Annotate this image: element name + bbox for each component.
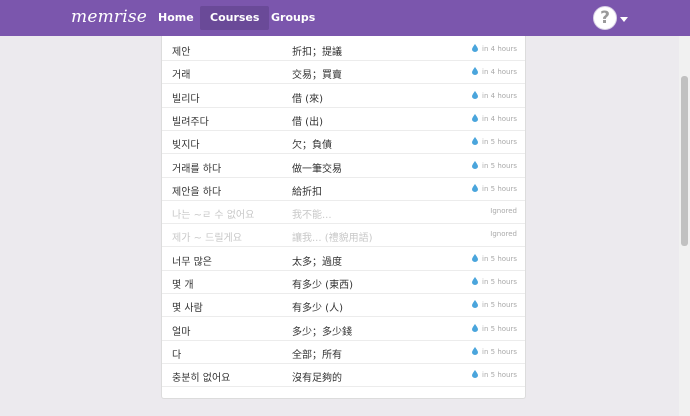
review-status: Ignored (490, 207, 517, 215)
word-row[interactable]: 거래 交易；買賣 in 4 hours (162, 61, 525, 85)
korean-word: 다 (172, 349, 182, 361)
review-status-text: in 4 hours (482, 114, 517, 123)
korean-word: 빌려주다 (172, 116, 209, 128)
chinese-definition: 交易；買賣 (292, 70, 342, 82)
top-navigation-bar: memrise Home Courses Groups ? (0, 0, 690, 36)
word-row[interactable]: 빌리다 借 (來) in 4 hours (162, 85, 525, 108)
korean-word: 빚지다 (172, 140, 200, 152)
review-status-text: in 5 hours (482, 254, 517, 263)
review-status: in 5 hours (472, 300, 517, 309)
word-row[interactable]: 제안을 하다 給折扣 in 5 hours (162, 178, 525, 201)
word-row[interactable]: 너무 많은 太多；過度 in 5 hours (162, 248, 525, 271)
korean-word: 너무 많은 (172, 256, 212, 268)
chevron-down-icon[interactable] (620, 17, 628, 22)
korean-word: 거래 (172, 70, 191, 82)
review-status: in 5 hours (472, 137, 517, 146)
chinese-definition: 有多少 (東西) (292, 280, 353, 291)
chinese-definition: 欠；負債 (292, 140, 332, 152)
review-status: in 5 hours (472, 160, 517, 170)
water-drop-icon (472, 277, 479, 285)
water-drop-icon (472, 67, 479, 76)
water-drop-icon (472, 113, 479, 122)
chinese-definition: 全部；所有 (292, 349, 342, 361)
water-drop-icon (472, 90, 479, 99)
review-status-text: in 4 hours (482, 68, 517, 77)
review-status-text: Ignored (490, 207, 517, 216)
review-status: in 5 hours (472, 346, 517, 356)
review-status-text: in 5 hours (482, 371, 517, 380)
review-status-text: in 5 hours (482, 301, 517, 310)
word-list-panel: 제안 折扣；提議 in 4 hours 거래 交易；買賣 in 4 hours 빌리다 借 (… (161, 36, 526, 399)
review-status-text: in 4 hours (482, 91, 517, 100)
water-drop-icon (472, 183, 479, 192)
korean-word: 제안을 하다 (172, 186, 222, 198)
memrise-logo[interactable]: memrise (71, 7, 147, 27)
review-status: in 4 hours (472, 90, 517, 100)
water-drop-icon (472, 300, 479, 309)
review-status: Ignored (490, 230, 517, 238)
word-row[interactable]: 제안 折扣；提議 in 4 hours (162, 38, 525, 61)
review-status-text: in 4 hours (482, 45, 517, 53)
water-drop-icon (472, 44, 479, 52)
chinese-definition: 給折扣 (292, 186, 322, 198)
review-status: in 5 hours (472, 253, 517, 263)
nav-courses[interactable]: Courses (200, 6, 270, 30)
word-row[interactable]: 충분히 없어요 沒有足夠的 in 5 hours (162, 364, 525, 388)
review-status: in 4 hours (472, 113, 517, 123)
nav-home[interactable]: Home (148, 6, 204, 30)
water-drop-icon (472, 346, 479, 355)
chinese-definition: 借 (出) (292, 116, 323, 128)
chinese-definition: 多少；多少錢 (292, 326, 352, 338)
korean-word: 충분히 없어요 (172, 373, 231, 385)
review-status-text: in 5 hours (482, 161, 517, 170)
review-status-text: in 5 hours (482, 278, 517, 286)
review-status: in 4 hours (472, 44, 517, 53)
chinese-definition: 我不能... (292, 210, 332, 222)
word-row[interactable]: 다 全部；所有 in 5 hours (162, 341, 525, 364)
chinese-definition: 太多；過度 (292, 256, 342, 268)
korean-word: 제가 ~ 드릴게요 (172, 233, 242, 245)
review-status: in 5 hours (472, 370, 517, 379)
word-row[interactable]: 빚지다 欠；負債 in 5 hours (162, 131, 525, 155)
korean-word: 제안 (172, 47, 191, 58)
review-status-text: in 5 hours (482, 138, 517, 147)
chinese-definition: 有多少 (人) (292, 303, 343, 315)
water-drop-icon (472, 253, 479, 262)
korean-word: 얼마 (172, 326, 191, 338)
review-status: in 4 hours (472, 67, 517, 76)
word-row[interactable]: 빌려주다 借 (出) in 4 hours (162, 108, 525, 131)
review-status-text: in 5 hours (482, 347, 517, 356)
chinese-definition: 做一筆交易 (292, 163, 342, 175)
review-status: in 5 hours (472, 277, 517, 286)
scrollbar-thumb[interactable] (681, 76, 688, 246)
review-status: in 5 hours (472, 183, 517, 193)
word-row[interactable]: 제가 ~ 드릴게요 讓我... (禮貌用語) Ignored (162, 224, 525, 248)
review-status: in 5 hours (472, 323, 517, 333)
nav-groups[interactable]: Groups (261, 6, 325, 30)
water-drop-icon (472, 137, 479, 146)
word-row[interactable]: 몇 사람 有多少 (人) in 5 hours (162, 294, 525, 318)
water-drop-icon (472, 323, 479, 332)
korean-word: 거래를 하다 (172, 163, 222, 175)
review-status-text: in 5 hours (482, 184, 517, 193)
avatar[interactable]: ? (593, 6, 617, 30)
chinese-definition: 讓我... (禮貌用語) (292, 233, 373, 245)
chinese-definition: 折扣；提議 (292, 47, 342, 58)
korean-word: 몇 사람 (172, 303, 203, 315)
chinese-definition: 借 (來) (292, 93, 323, 105)
korean-word: 빌리다 (172, 93, 200, 105)
page-scrollbar[interactable] (679, 36, 690, 416)
word-row[interactable]: 얼마 多少；多少錢 in 5 hours (162, 318, 525, 341)
korean-word: 나는 ~ㄹ 수 없어요 (172, 210, 255, 222)
water-drop-icon (472, 160, 479, 169)
review-status-text: in 5 hours (482, 324, 517, 333)
water-drop-icon (472, 370, 479, 379)
word-row[interactable]: 나는 ~ㄹ 수 없어요 我不能... Ignored (162, 201, 525, 225)
korean-word: 몇 개 (172, 280, 194, 291)
word-row[interactable]: 거래를 하다 做一筆交易 in 5 hours (162, 155, 525, 178)
chinese-definition: 沒有足夠的 (292, 373, 342, 385)
word-row[interactable]: 몇 개 有多少 (東西) in 5 hours (162, 271, 525, 294)
review-status-text: Ignored (490, 230, 517, 239)
